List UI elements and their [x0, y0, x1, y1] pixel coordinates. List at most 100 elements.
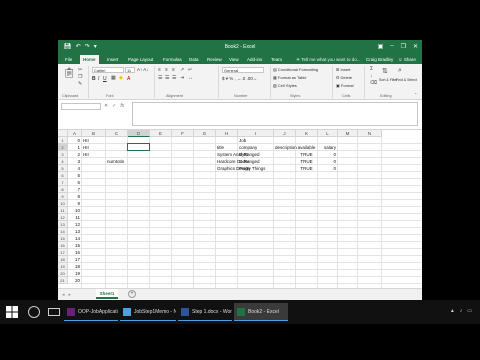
cell-a3[interactable]: 2 — [69, 151, 80, 158]
sort-filter-label[interactable]: Sort & Filter — [379, 78, 397, 82]
taskbar-app-0[interactable]: OOP-JobApplicationS... — [64, 303, 118, 321]
cell-k2[interactable]: available — [297, 144, 316, 151]
font-color-icon[interactable]: A — [127, 76, 130, 82]
row-header-21[interactable]: 21 — [58, 277, 68, 284]
cell-a5[interactable]: 4 — [69, 165, 80, 172]
row-header-12[interactable]: 12 — [58, 214, 68, 221]
row-header-9[interactable]: 9 — [58, 193, 68, 200]
cell-a21[interactable]: 20 — [69, 277, 80, 284]
cell-i5[interactable]: Pretty Things — [239, 165, 272, 172]
active-cell-selection[interactable] — [127, 143, 150, 151]
cell-a20[interactable]: 19 — [69, 270, 80, 277]
column-header-m[interactable]: M — [338, 130, 358, 137]
row-header-13[interactable]: 13 — [58, 221, 68, 228]
align-right-icon[interactable]: ☰ — [172, 75, 176, 81]
align-middle-icon[interactable]: ≡ — [165, 67, 168, 73]
windows-start-icon[interactable] — [6, 306, 18, 318]
bold-icon[interactable]: B — [92, 76, 96, 82]
tab-data[interactable]: Data — [186, 55, 202, 64]
cell-i1[interactable]: Job — [239, 137, 272, 144]
indent-icon[interactable]: ⇥ — [180, 75, 184, 81]
cell-i2[interactable]: company — [239, 144, 272, 151]
cell-a4[interactable]: 3 — [69, 158, 80, 165]
row-header-1[interactable]: 1 — [58, 137, 68, 144]
cell-a11[interactable]: 10 — [69, 207, 80, 214]
font-grow-icon[interactable]: A↑ A↓ — [137, 67, 149, 72]
cell-a10[interactable]: 9 — [69, 200, 80, 207]
find-select-icon[interactable]: ⌕ — [398, 67, 402, 75]
collapse-ribbon-icon[interactable]: ⌃ — [414, 92, 417, 97]
orientation-icon[interactable]: ↗ — [180, 67, 184, 73]
cell-k4[interactable]: TRUE — [297, 158, 316, 165]
number-format-buttons[interactable]: $ ▾ % , ←.0 .00→ — [222, 76, 257, 82]
row-header-7[interactable]: 7 — [58, 179, 68, 186]
tab-formulas[interactable]: Formulas — [160, 55, 185, 64]
column-header-k[interactable]: K — [296, 130, 318, 137]
row-header-15[interactable]: 15 — [58, 235, 68, 242]
row-header-4[interactable]: 4 — [58, 158, 68, 165]
fill-icon[interactable]: ↓ — [370, 73, 373, 79]
row-header-8[interactable]: 8 — [58, 186, 68, 193]
cell-a7[interactable]: 6 — [69, 179, 80, 186]
cell-c4[interactable]: numtotin — [107, 158, 126, 165]
row-header-16[interactable]: 16 — [58, 242, 68, 249]
clear-icon[interactable]: ⌫ — [370, 80, 377, 86]
scroll-left-icon[interactable]: ◂ — [62, 292, 65, 298]
cell-b1[interactable]: HII — [83, 137, 104, 144]
column-header-b[interactable]: B — [82, 130, 106, 137]
borders-icon[interactable]: ▦ — [111, 75, 116, 81]
row-header-18[interactable]: 18 — [58, 256, 68, 263]
row-header-5[interactable]: 5 — [58, 165, 68, 172]
restore-icon[interactable]: ❐ — [401, 43, 406, 50]
cell-h4[interactable]: Hardcore Coder — [217, 158, 249, 165]
align-bottom-icon[interactable]: ≡ — [172, 67, 175, 73]
sort-filter-icon[interactable]: ⇅ — [382, 67, 388, 75]
tab-file[interactable]: File — [62, 55, 75, 64]
add-sheet-icon[interactable]: + — [128, 290, 136, 298]
cut-icon[interactable]: ✂ — [78, 67, 82, 73]
user-name[interactable]: Craig Bradley — [366, 55, 393, 64]
select-all-corner[interactable] — [58, 130, 68, 137]
row-header-19[interactable]: 19 — [58, 263, 68, 270]
column-header-f[interactable]: F — [172, 130, 194, 137]
column-header-g[interactable]: G — [194, 130, 216, 137]
column-header-i[interactable]: I — [238, 130, 274, 137]
cell-j2[interactable]: description — [275, 144, 297, 151]
row-header-20[interactable]: 20 — [58, 270, 68, 277]
cell-l4[interactable]: 0 — [319, 158, 336, 165]
network-icon[interactable]: ▲ — [450, 308, 455, 314]
tab-review[interactable]: Review — [204, 55, 225, 64]
cell-a13[interactable]: 12 — [69, 221, 80, 228]
column-header-d[interactable]: D — [128, 130, 150, 137]
row-header-17[interactable]: 17 — [58, 249, 68, 256]
paste-icon[interactable]: 📋︎ — [63, 68, 76, 79]
row-header-6[interactable]: 6 — [58, 172, 68, 179]
column-header-j[interactable]: J — [274, 130, 296, 137]
cell-l2[interactable]: salary — [319, 144, 336, 151]
cell-a15[interactable]: 14 — [69, 235, 80, 242]
row-header-14[interactable]: 14 — [58, 228, 68, 235]
insert-cells-button[interactable]: ⊞ Insert — [336, 67, 351, 72]
cell-h5[interactable]: Graphics Design — [217, 165, 250, 172]
taskbar-app-3[interactable]: Book2 - Excel — [234, 303, 288, 321]
cell-a8[interactable]: 7 — [69, 186, 80, 193]
cell-b3[interactable]: HII — [83, 151, 104, 158]
cell-a16[interactable]: 15 — [69, 242, 80, 249]
tab-team[interactable]: Team — [268, 55, 285, 64]
cell-a12[interactable]: 11 — [69, 214, 80, 221]
search-icon[interactable] — [28, 306, 40, 318]
cell-styles-button[interactable]: ▧ Cell Styles — [273, 83, 297, 88]
column-header-h[interactable]: H — [216, 130, 238, 137]
insert-function-icon[interactable]: fx — [120, 103, 124, 109]
find-select-label[interactable]: Find & Select — [396, 78, 417, 82]
cell-a17[interactable]: 16 — [69, 249, 80, 256]
fill-color-icon[interactable]: ◆ — [119, 75, 123, 81]
row-header-10[interactable]: 10 — [58, 200, 68, 207]
delete-cells-button[interactable]: ⊟ Delete — [336, 75, 352, 80]
font-name-select[interactable]: Calibri — [92, 67, 124, 73]
close-icon[interactable]: ✕ — [413, 43, 418, 50]
minimize-icon[interactable]: – — [390, 43, 393, 50]
copy-icon[interactable]: ❐ — [78, 74, 82, 80]
format-as-table-button[interactable]: ▦ Format as Table — [273, 75, 307, 80]
cell-h3[interactable]: System Analyst — [217, 151, 248, 158]
